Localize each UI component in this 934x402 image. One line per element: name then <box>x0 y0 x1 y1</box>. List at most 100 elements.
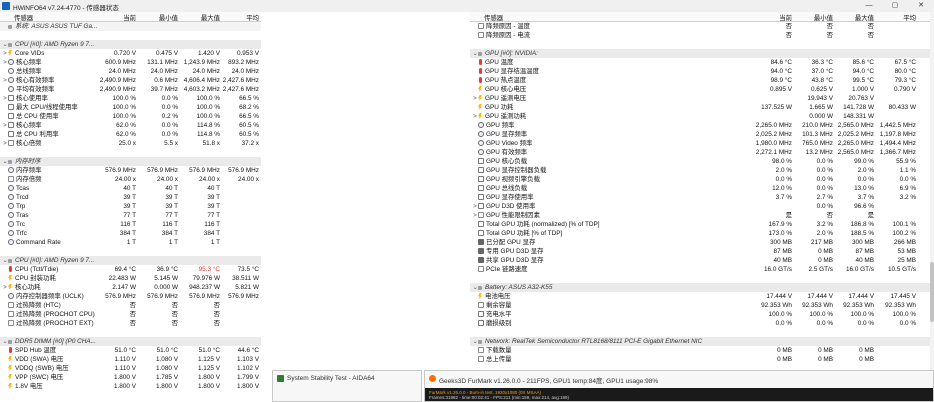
sensor-row[interactable]: Trc 116 T 116 T 116 T <box>0 220 261 229</box>
sensor-row[interactable]: 专用 GPU D3D 显存 87 MB 0 MB 87 MB 53 MB <box>470 247 934 256</box>
sensor-group-row[interactable]: ⌄ Battery: ASUS A32-K55 <box>470 283 934 292</box>
sensor-row[interactable]: GPU 显存频率 2,025.2 MHz 101.3 MHz 2,025.2 MHz 1… <box>470 130 934 139</box>
sensor-row[interactable]: 最大 CPU/线程使用率 100.0 % 0.0 % 100.0 % 68.2 % <box>0 103 261 112</box>
sensor-row[interactable]: > 核心有效频率 2,490.9 MHz 0.6 MHz 4,606.4 MHz 2,42… <box>0 76 261 85</box>
sensor-row[interactable]: 磨损级别 0.0 % 0.0 % 0.0 % 0.0 % <box>470 319 934 328</box>
column-min[interactable]: 最小值 <box>138 13 178 22</box>
sensor-value-current: 576.9 MHz <box>105 167 136 174</box>
sensor-row[interactable]: Trp 39 T 39 T 39 T <box>0 202 261 211</box>
sensor-row[interactable]: GPU 视频引擎负载 0.0 % 0.0 % 0.0 % 0.0 % <box>470 175 934 184</box>
furmark-icon <box>429 375 436 382</box>
sensor-row[interactable]: 总线频率 24.0 MHz 24.0 MHz 24.0 MHz 24.0 MHz <box>0 67 261 76</box>
sensor-row[interactable]: GPU 核心负载 98.0 % 0.0 % 99.0 % 55.9 % <box>470 157 934 166</box>
sensor-row[interactable]: VDDQ (SWB) 电压 1.110 V 1.080 V 1.125 V 1.102 … <box>0 364 261 373</box>
sensor-row[interactable]: GPU 显存结温温度 94.0 °C 37.0 °C 94.0 °C 80.0 °C <box>470 67 934 76</box>
sensor-row[interactable]: VPP (SWC) 电压 1.800 V 1.785 V 1.800 V 1.799 V <box>0 373 261 382</box>
sensor-value-min: 36.3 °C <box>811 59 833 66</box>
sensor-row[interactable]: 剩余容量 92.353 Wh 92.353 Wh 92.353 Wh 92.353 Wh <box>470 301 934 310</box>
sensor-row[interactable]: > Core VIDs 0.720 V 0.475 V 1.420 V 0.953 V <box>0 49 261 58</box>
sensor-group-row[interactable]: 系统: ASUS ASUS TUF Ga... <box>0 22 261 31</box>
sensor-row[interactable]: 共享 GPU D3D 显存 40 MB 0 MB 40 MB 25 MB <box>470 256 934 265</box>
sensor-value-min: 24.0 MHz <box>150 68 178 75</box>
sensor-row[interactable]: 内存控制器频率 (UCLK) 576.9 MHz 576.9 MHz 576.9 MH… <box>0 292 261 301</box>
column-max[interactable]: 最大值 <box>833 13 874 22</box>
column-sensor[interactable]: 传感器 <box>484 13 742 22</box>
sensor-row[interactable]: Total GPU 功耗 (normalized) [% of TDP] 167.… <box>470 220 934 229</box>
sensor-value-current: 173.0 % <box>768 230 792 237</box>
minimize-button[interactable]: — <box>856 0 882 12</box>
sensor-row[interactable]: Tcas 40 T 40 T 40 T <box>0 184 261 193</box>
sensor-row[interactable]: 总 CPU 使用率 100.0 % 0.2 % 100.0 % 66.5 % <box>0 112 261 121</box>
sensor-row[interactable]: > GPU 遥测功耗 0.000 W 148.331 W <box>470 112 934 121</box>
sensor-row[interactable]: GPU 显存使用率 3.7 % 2.7 % 3.7 % 3.2 % <box>470 193 934 202</box>
sensor-row[interactable]: 降频原因 - 温度 否 否 否 <box>470 22 934 31</box>
sensor-row[interactable]: Trfc 384 T 384 T 384 T <box>0 229 261 238</box>
right-scroll-thumb[interactable] <box>930 262 934 322</box>
sensor-row[interactable]: 充电水平 100.0 % 100.0 % 100.0 % 100.0 % <box>470 310 934 319</box>
sensor-row[interactable]: 总 CPU 利用率 62.0 % 0.0 % 114.8 % 60.5 % <box>0 130 261 139</box>
sensor-value-current: 77 T <box>123 212 136 219</box>
sensor-row[interactable]: Total GPU 功耗 [% of TDP] 173.0 % 2.0 % 188.5… <box>470 229 934 238</box>
sensor-row[interactable]: GPU 总线负载 12.0 % 0.0 % 13.0 % 6.9 % <box>470 184 934 193</box>
sensor-icon <box>478 32 484 38</box>
sensor-row[interactable]: GPU Video 频率 1,980.0 MHz 765.0 MHz 2,265.0 … <box>470 139 934 148</box>
sensor-row[interactable]: > GPU 性能限制因素是否是 <box>470 211 934 220</box>
sensor-row[interactable]: 内存倍频 24.00 x 24.00 x 24.00 x 24.00 x <box>0 175 261 184</box>
sensor-row[interactable]: > 核心频率 600.9 MHz 131.1 MHz 1,243.9 MHz 893.2 … <box>0 58 261 67</box>
sensor-row[interactable]: Tras 77 T 77 T 77 T <box>0 211 261 220</box>
sensor-group-row[interactable]: ⌄ 内存时序 <box>0 157 261 166</box>
column-min[interactable]: 最小值 <box>792 13 833 22</box>
sensor-row[interactable]: GPU 有效频率 2,272.1 MHz 13.2 MHz 2,565.0 MHz 1,… <box>470 148 934 157</box>
sensor-label: GPU 显存频率 <box>486 131 528 138</box>
sensor-row[interactable]: 总上传量 0 MB 0 MB 0 MB <box>470 355 934 364</box>
sensor-row[interactable]: 平均有效频率 2,490.9 MHz 39.7 MHz 4,603.2 MHz 2,42… <box>0 85 261 94</box>
column-current[interactable]: 当前 <box>96 13 136 22</box>
sensor-row[interactable]: > GPU 遥测电压 19.943 V 20.763 V <box>470 94 934 103</box>
sensor-row[interactable]: 过热降频 (PROCHOT CPU) 否 否 否 <box>0 310 261 319</box>
sensor-pane-left[interactable]: 传感器 当前 最小值 最大值 平均 系统: ASUS ASUS TUF Ga..… <box>0 12 261 400</box>
column-max[interactable]: 最大值 <box>180 13 220 22</box>
sensor-row[interactable]: 下载数量 0 MB 0 MB 0 MB <box>470 346 934 355</box>
sensor-row[interactable]: GPU 功耗 137.525 W 1.665 W 141.728 W 80.433 W <box>470 103 934 112</box>
sensor-row[interactable]: 内存频率 576.9 MHz 576.9 MHz 576.9 MHz 576.9 MHz <box>0 166 261 175</box>
sensor-row[interactable]: CPU (Tctl/Tdie) 69.4 °C 36.9 °C 95.3 °C 73.5… <box>0 265 261 274</box>
sensor-row[interactable]: 电池电压 17.444 V 17.444 V 17.444 V 17.445 V <box>470 292 934 301</box>
sensor-row[interactable]: VDD (SWA) 电压 1.110 V 1.080 V 1.125 V 1.103 V <box>0 355 261 364</box>
sensor-row[interactable]: > 核心使用率 100.0 % 0.0 % 100.0 % 66.5 % <box>0 94 261 103</box>
sensor-row[interactable]: Command Rate 1 T 1 T 1 T <box>0 238 261 247</box>
aida64-window[interactable]: System Stability Test - AIDA64 <box>272 370 422 402</box>
sensor-value-current: 300 MB <box>769 239 792 246</box>
sensor-row[interactable]: 1.8V 电压 1.800 V 1.800 V 1.800 V 1.800 V <box>0 382 261 391</box>
maximize-button[interactable]: ▢ <box>882 0 908 12</box>
sensor-row[interactable]: 已分配 GPU 显存 300 MB 217 MB 300 MB 266 MB <box>470 238 934 247</box>
sensor-row[interactable]: GPU 热点温度 98.9 °C 43.8 °C 99.5 °C 79.3 °C <box>470 76 934 85</box>
sensor-group-row[interactable]: ⌄ CPU [#0]: AMD Ryzen 9 7... <box>0 256 261 265</box>
column-current[interactable]: 当前 <box>720 13 792 22</box>
sensor-row[interactable]: > 核心倍频 25.0 x 5.5 x 51.8 x 37.2 x <box>0 139 261 148</box>
sensor-row[interactable]: GPU 频率 2,265.0 MHz 210.0 MHz 2,565.0 MHz 1,4… <box>470 121 934 130</box>
sensor-row[interactable]: GPU 核心电压 0.895 V 0.625 V 1.000 V 0.790 V <box>470 85 934 94</box>
sensor-group-row[interactable]: ⌄ DDR5 DIMM [#0] (P0 CHA... <box>0 337 261 346</box>
sensor-row[interactable]: GPU 温度 84.6 °C 36.3 °C 85.6 °C 67.5 °C <box>470 58 934 67</box>
sensor-pane-right[interactable]: 传感器 当前 最小值 最大值 平均 降频原因 - 温度否否否降频原因 - 电流否否否 ⌄ GP… <box>470 12 934 400</box>
right-scrollbar[interactable] <box>930 12 934 400</box>
sensor-group-row[interactable]: ⌄ CPU [#0]: AMD Ryzen 9 7... <box>0 40 261 49</box>
sensor-row[interactable]: 降频原因 - 电流 否 否 否 <box>470 31 934 40</box>
furmark-window[interactable]: Geeks3D FurMark v1.26.0.0 - 211FPS, GPU1… <box>424 370 934 402</box>
sensor-row[interactable]: Trcd 39 T 39 T 39 T <box>0 193 261 202</box>
sensor-row[interactable]: PCIe 链路速度 16.0 GT/s 2.5 GT/s 16.0 GT/s 10.5 … <box>470 265 934 274</box>
sensor-row[interactable]: > GPU D3D 使用率 0.0 % 96.6 % <box>470 202 934 211</box>
sensor-group-row[interactable]: ⌄ GPU [#0]: NVIDIA: <box>470 49 934 58</box>
sensor-row[interactable]: > 核心功耗 2.147 W 0.000 W 948.237 W 5.821 W <box>0 283 261 292</box>
sensor-row[interactable]: GPU 显存控制器负载 2.0 % 0.0 % 2.0 % 1.1 % <box>470 166 934 175</box>
close-button[interactable]: ✕ <box>908 0 934 12</box>
sensor-row[interactable]: 过热降频 (HTC) 否 否 否 <box>0 301 261 310</box>
sensor-row[interactable]: CPU 封装功耗 22.483 W 5.145 W 79.976 W 38.511 W <box>0 274 261 283</box>
sensor-row[interactable]: > 核心频率 62.0 % 0.0 % 114.8 % 60.5 % <box>0 121 261 130</box>
column-avg[interactable]: 平均 <box>874 13 916 22</box>
column-avg[interactable]: 平均 <box>220 13 259 22</box>
sensor-icon <box>478 212 484 218</box>
sensor-row[interactable]: SPD Hub 温度 51.0 °C 51.0 °C 51.0 °C 44.6 °C <box>0 346 261 355</box>
sensor-row[interactable]: 过热降频 (PROCHOT EXT) 否 否 否 <box>0 319 261 328</box>
sensor-group-row[interactable]: ⌄ Network: RealTek Semiconductor RTL8168/… <box>470 337 934 346</box>
